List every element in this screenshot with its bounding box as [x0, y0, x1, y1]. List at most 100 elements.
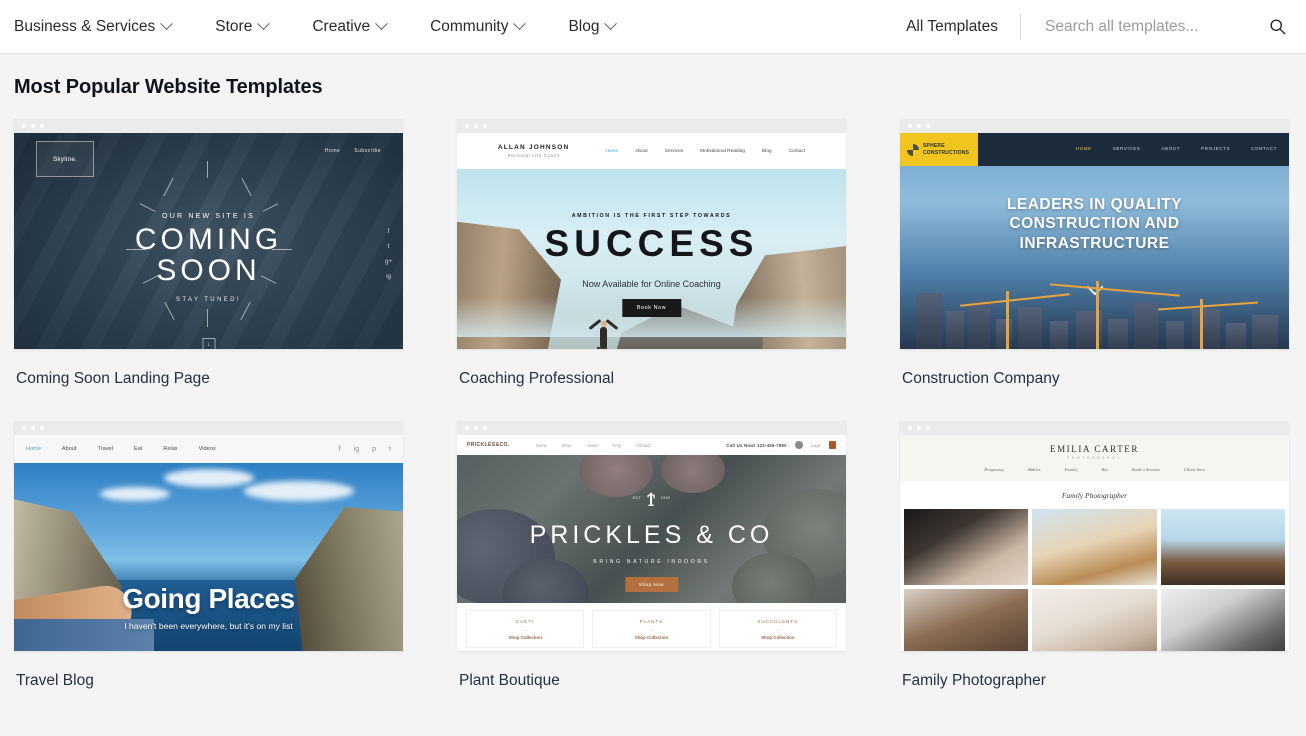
preview-headline: SUCCESS — [544, 223, 759, 264]
nav-item-label: Blog — [568, 17, 600, 35]
preview-phone: Call Us Now! 123-456-7890 — [726, 442, 787, 448]
climber-figure — [588, 315, 619, 349]
preview-nav-item: Home — [605, 148, 619, 154]
preview-nav-item: Blog — [761, 148, 772, 154]
preview-nav-item: Eat — [133, 446, 143, 452]
nav-item-creative[interactable]: Creative — [312, 17, 408, 36]
facebook-icon: f — [338, 445, 341, 453]
template-thumbnail[interactable]: EMILIA CARTER PHOTOGRAPHY Pregnancy Babi… — [900, 421, 1289, 651]
chrome-dot-icon — [483, 426, 487, 430]
preview-logo: SPHERE CONSTRUCTIONS — [900, 133, 978, 166]
template-card-plant-boutique[interactable]: PRICKLES&CO. Home Shop About FAQ Contact… — [457, 421, 846, 723]
gallery-photo — [1032, 509, 1157, 585]
preview-headline: Going Places — [122, 583, 295, 614]
chrome-dot-icon — [31, 426, 35, 430]
chrome-dot-icon — [22, 124, 26, 128]
sphere-logo-icon — [907, 143, 919, 156]
template-card-family-photographer[interactable]: EMILIA CARTER PHOTOGRAPHY Pregnancy Babi… — [900, 421, 1289, 723]
preview-nav-item: Motivational Reading — [700, 148, 745, 154]
template-card-coaching-professional[interactable]: ALLAN JOHNSON Personal Life Coach Home A… — [457, 119, 846, 421]
search-area — [1021, 17, 1288, 36]
preview-login-link: Login — [810, 442, 821, 448]
preview-nav-item: Services — [664, 148, 684, 154]
preview-headline: PRICKLES & CO — [529, 521, 774, 549]
preview-headline-line2: CONSTRUCTION AND — [1009, 215, 1180, 233]
category-card-succulents: SUCCULENTS — Shop Collection — [719, 611, 836, 647]
template-card-label: Coming Soon Landing Page — [16, 370, 210, 387]
preview-nav-item: About — [61, 446, 77, 452]
preview-brand: ALLAN JOHNSON Personal Life Coach — [498, 144, 570, 158]
preview-subtext: STAY TUNED! — [176, 297, 241, 303]
nav-item-blog[interactable]: Blog — [568, 17, 637, 36]
preview-nav-item: Home — [26, 446, 41, 452]
preview-emblem: EST 1982 — [633, 489, 671, 507]
chrome-dot-icon — [926, 124, 930, 128]
preview-nav-item: Pregnancy — [984, 467, 1004, 472]
nav-item-community[interactable]: Community — [430, 17, 546, 36]
chevron-down-icon — [257, 17, 271, 31]
cactus-icon — [647, 492, 655, 506]
template-card-label: Travel Blog — [16, 672, 94, 689]
template-thumbnail[interactable]: Home About Travel Eat Relax Videos f ig … — [14, 421, 403, 651]
preview-nav: Home About Services Motivational Reading… — [605, 149, 805, 154]
preview-nav-item: ABOUT — [1161, 146, 1181, 151]
search-input[interactable] — [1045, 17, 1257, 36]
preview-headline-line1: COMING — [134, 223, 283, 256]
preview-nav-item: Travel — [97, 446, 113, 452]
preview-nav-item: Subscribe — [354, 148, 381, 154]
template-thumbnail[interactable]: PRICKLES&CO. Home Shop About FAQ Contact… — [457, 421, 846, 651]
browser-chrome-bar — [900, 119, 1289, 133]
preview-nav: Pregnancy Babies Family Bio Book a Sessi… — [984, 467, 1205, 472]
page-title: Most Popular Website Templates — [14, 76, 323, 98]
nav-item-store[interactable]: Store — [215, 17, 290, 36]
preview-travel-blog: Home About Travel Eat Relax Videos f ig … — [14, 435, 403, 651]
preview-header: Home About Travel Eat Relax Videos f ig … — [14, 435, 403, 463]
preview-subtext: I haven't been everywhere, but it's on m… — [124, 621, 293, 631]
template-thumbnail[interactable]: Skyline. Home Subscribe OUR NEW SITE IS … — [14, 119, 403, 349]
preview-headline-line1: LEADERS IN QUALITY — [1006, 196, 1183, 213]
preview-nav: Home Subscribe — [325, 148, 381, 154]
chevron-down-icon — [604, 17, 618, 31]
header-right-section: All Templates — [906, 0, 1306, 53]
template-card-label: Coaching Professional — [459, 370, 615, 387]
template-thumbnail[interactable]: ALLAN JOHNSON Personal Life Coach Home A… — [457, 119, 846, 349]
preview-header: EMILIA CARTER PHOTOGRAPHY Pregnancy Babi… — [900, 435, 1289, 481]
chrome-dot-icon — [474, 124, 478, 128]
preview-shop-now-button: Shop Now — [624, 577, 679, 592]
user-icon — [794, 441, 803, 449]
template-card-construction-company[interactable]: SPHERE CONSTRUCTIONS HOME SERVICES ABOUT… — [900, 119, 1289, 421]
template-card-travel-blog[interactable]: Home About Travel Eat Relax Videos f ig … — [14, 421, 403, 723]
shopping-bag-icon — [829, 441, 836, 449]
category-name: PLANTS — [639, 618, 664, 624]
template-thumbnail[interactable]: SPHERE CONSTRUCTIONS HOME SERVICES ABOUT… — [900, 119, 1289, 349]
template-card-coming-soon[interactable]: Skyline. Home Subscribe OUR NEW SITE IS … — [14, 119, 403, 421]
preview-brand-sub: PHOTOGRAPHY — [1067, 456, 1122, 460]
chevron-down-icon — [375, 17, 388, 31]
template-grid: Skyline. Home Subscribe OUR NEW SITE IS … — [0, 99, 1306, 723]
primary-nav: Business & Services Store Creative Commu… — [0, 17, 637, 36]
preview-construction: SPHERE CONSTRUCTIONS HOME SERVICES ABOUT… — [900, 133, 1289, 349]
preview-nav: HOME SERVICES ABOUT PROJECTS CONTACT — [1076, 146, 1277, 151]
preview-nav-item: Family — [1064, 467, 1078, 472]
preview-header-right: Call Us Now! 123-456-7890 Login — [726, 441, 836, 449]
category-link: Shop Collection — [634, 634, 669, 640]
category-name: CACTI — [515, 618, 535, 624]
search-button[interactable] — [1257, 18, 1288, 35]
preview-coming-soon: Skyline. Home Subscribe OUR NEW SITE IS … — [14, 133, 403, 349]
all-templates-link[interactable]: All Templates — [906, 18, 1020, 36]
chrome-dot-icon — [465, 426, 469, 430]
instagram-icon: ig — [386, 274, 391, 280]
category-card-plants: PLANTS — Shop Collection — [593, 611, 710, 647]
chrome-dot-icon — [483, 124, 487, 128]
city-skyline-graphic — [900, 281, 1289, 349]
preview-coaching: ALLAN JOHNSON Personal Life Coach Home A… — [457, 133, 846, 349]
browser-chrome-bar — [14, 421, 403, 435]
chevron-down-icon — [513, 17, 527, 31]
preview-nav-item: PROJECTS — [1201, 146, 1231, 151]
nav-item-business-services[interactable]: Business & Services — [14, 17, 193, 36]
twitter-icon: t — [387, 244, 390, 250]
chrome-dot-icon — [474, 426, 478, 430]
facebook-icon: f — [387, 229, 390, 235]
twitter-icon: t — [389, 445, 391, 453]
nav-item-label: Creative — [312, 17, 371, 35]
